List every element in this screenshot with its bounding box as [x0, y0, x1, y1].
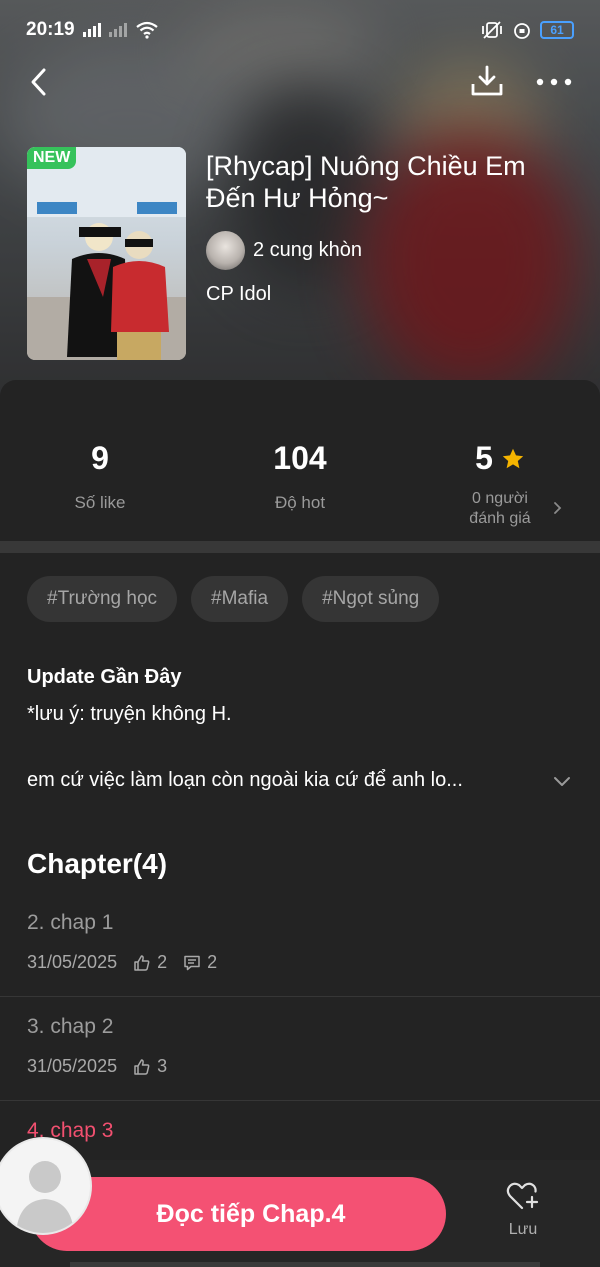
chevron-right-icon[interactable]	[550, 500, 564, 516]
update-title: Update Gần Đây	[27, 666, 182, 688]
section-divider	[0, 541, 600, 553]
chapter-row[interactable]: 2. chap 1 31/05/2025 2 2	[0, 893, 600, 997]
home-indicator	[70, 1262, 540, 1267]
chapter-heading: Chapter(4)	[27, 848, 168, 879]
status-time: 20:19	[26, 19, 75, 40]
thumbs-up-icon	[134, 1058, 150, 1075]
author-name[interactable]: 2 cung khòn	[253, 239, 362, 262]
signal-2-icon	[108, 23, 127, 37]
new-badge: NEW	[27, 147, 77, 169]
more-icon[interactable]	[534, 62, 574, 100]
hot-value: 104	[273, 440, 327, 476]
rating-label-line1: 0 người	[472, 490, 528, 507]
tag-chip[interactable]: #Ngọt sủng	[302, 576, 440, 622]
status-bar: 20:19 61	[0, 0, 600, 60]
save-button[interactable]: Lưu	[492, 1180, 554, 1252]
stat-hot: 104 Độ hot	[200, 440, 400, 513]
tag-chip[interactable]: #Mafia	[191, 576, 289, 622]
vibrate-icon	[482, 21, 502, 39]
chapter-title[interactable]: 2. chap 1	[27, 911, 113, 935]
stats-row: 9 Số like 104 Độ hot 5 0 người đánh giá	[0, 380, 600, 540]
cover-image	[27, 147, 186, 360]
comment-icon	[184, 955, 200, 970]
author-row[interactable]: 2 cung khòn	[206, 231, 362, 270]
book-category[interactable]: CP Idol	[206, 283, 271, 306]
signal-icon	[82, 23, 101, 37]
back-arrow-icon[interactable]	[22, 64, 58, 100]
chapter-likes: 2	[157, 952, 168, 972]
likes-value: 9	[91, 440, 109, 476]
likes-label: Số like	[74, 493, 126, 512]
chapter-likes: 3	[157, 1056, 168, 1076]
synopsis-text: em cứ việc làm loạn còn ngoài kia cứ để …	[27, 769, 463, 791]
book-cover: NEW	[27, 147, 186, 360]
wifi-icon	[135, 21, 158, 39]
continue-reading-button[interactable]: Đọc tiếp Chap.4	[30, 1177, 446, 1251]
heart-plus-icon	[506, 1182, 539, 1210]
battery-indicator: 61	[540, 21, 574, 39]
alarm-icon	[514, 23, 530, 39]
star-icon	[502, 448, 524, 468]
chapter-date: 31/05/2025	[27, 952, 118, 972]
chapter-title[interactable]: 3. chap 2	[27, 1015, 113, 1039]
rating-value: 5	[475, 440, 493, 476]
chevron-down-icon[interactable]	[552, 772, 572, 792]
chapter-comments: 2	[207, 952, 218, 972]
save-label: Lưu	[508, 1221, 538, 1238]
book-title: [Rhycap] Nuông Chiều Em Đến Hư Hỏng~	[206, 151, 526, 213]
tag-chip[interactable]: #Trường học	[27, 576, 178, 622]
thumbs-up-icon	[134, 954, 150, 971]
rating-label-line2: đánh giá	[469, 510, 531, 527]
chapter-row[interactable]: 3. chap 2 31/05/2025 3	[0, 997, 600, 1101]
tag-list: #Trường học #Mafia #Ngọt sủng	[27, 576, 440, 622]
download-icon[interactable]	[468, 62, 506, 100]
update-note: *lưu ý: truyện không H.	[27, 703, 232, 725]
stat-likes: 9 Số like	[0, 440, 200, 513]
hot-label: Độ hot	[274, 493, 326, 512]
author-avatar[interactable]	[206, 231, 245, 270]
stat-rating[interactable]: 5 0 người đánh giá	[400, 440, 600, 529]
chapter-date: 31/05/2025	[27, 1056, 118, 1076]
top-nav	[0, 60, 600, 104]
